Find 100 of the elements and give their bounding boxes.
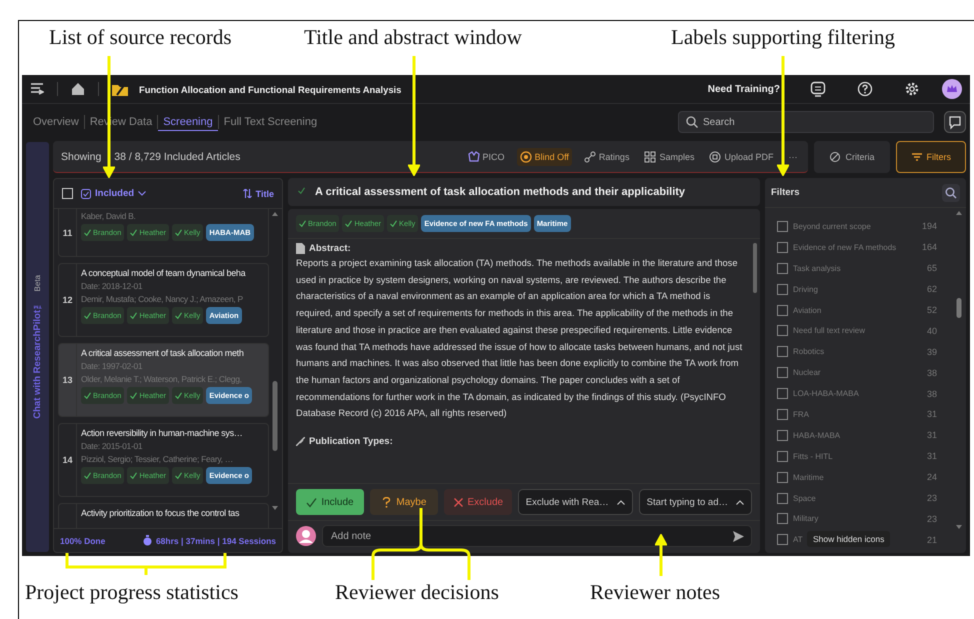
link-icon	[584, 150, 596, 162]
filter-label: Evidence of new FA methods	[793, 242, 896, 252]
sort-button[interactable]: Title	[242, 188, 274, 198]
filter-label: Driving	[793, 284, 818, 294]
record-number: 13	[62, 375, 72, 385]
check-icon	[175, 312, 182, 319]
home-icon[interactable]	[71, 82, 85, 96]
criteria-button[interactable]: Criteria	[814, 141, 890, 173]
grid-icon	[644, 150, 656, 162]
filter-label: Military	[793, 514, 818, 524]
progress-text: 100% Done	[60, 536, 106, 546]
toolbar-button[interactable]: ···	[785, 148, 800, 164]
search-icon	[686, 116, 698, 128]
article-count-label: Showing	[61, 150, 102, 162]
checkbox[interactable]	[777, 450, 788, 462]
check-icon	[175, 229, 182, 236]
tooltip: Show hidden icons	[807, 531, 890, 547]
filter-label: Fitts - HITL	[793, 452, 833, 461]
record-date: Date: 1997-02-01	[81, 361, 144, 371]
chat-bubble-icon[interactable]	[944, 111, 966, 133]
annotation-label: Reviewer notes	[590, 580, 720, 605]
search-field[interactable]: Search	[678, 111, 934, 133]
search-icon[interactable]	[942, 184, 960, 202]
annotation-label: List of source records	[49, 25, 232, 50]
checkbox[interactable]	[777, 304, 788, 316]
filter-label: Aviation	[793, 306, 822, 314]
crown-icon	[468, 150, 480, 162]
toolbar-button[interactable]: Ratings	[580, 148, 632, 166]
avatar-icon[interactable]	[942, 79, 962, 99]
check-icon	[175, 392, 182, 399]
panel-title: Filters	[771, 187, 800, 198]
check-icon	[130, 229, 138, 236]
settings-icon[interactable]	[904, 81, 920, 97]
filter-count: 40	[926, 326, 937, 336]
checkbox[interactable]	[777, 346, 788, 358]
record-date: Date: 2018-12-01	[81, 281, 144, 291]
checkbox[interactable]	[777, 513, 788, 524]
criteria-icon	[829, 151, 842, 163]
record-authors: Pizziol, Sergio; Tessier, Catherine; Feary, …	[81, 454, 234, 464]
decision-button[interactable]: Include	[296, 489, 364, 515]
abstract-text: Reports a project examining task allocation (TA) methods. The methods available in the literature and those used in practice by system designers, working on naval systems, are reviewed. The authors describe the characteristics of a naval environment as an example of an application area for which a TA method is required, and specify a set of requirements for methods in this area. The applicability of the methods in the literature and those in practice are then evaluated against these prespecified requirements. Little evidence was found that TA methods have addressed the issue of how to allocate tasks between humans, and not just humans and machines. It was also observed that little has been done explicitly to combine the TA work from the human factors and organizational psychology domains. The paper concludes with a set of recommendations for further work in the TA domain, as indicated by the findings of this study. (PsycINFO Database Record (c) 2016 APA, all rights reserved)	[296, 257, 744, 420]
publication-types-heading: Publication Types:	[309, 436, 393, 448]
checkbox[interactable]	[62, 188, 73, 199]
check-icon	[84, 312, 91, 319]
checkbox[interactable]	[777, 408, 788, 420]
toolbar-button[interactable]: PICO	[464, 148, 508, 166]
checkbox[interactable]	[777, 388, 788, 400]
decision-button[interactable]: Exclude	[444, 489, 512, 515]
check-icon	[130, 392, 138, 399]
annotation-label: Title and abstract window	[304, 25, 522, 50]
caret-icon	[736, 500, 744, 504]
checkbox[interactable]	[777, 367, 788, 378]
tab[interactable]: Overview	[28, 114, 84, 130]
filter-label: Task analysis	[793, 264, 841, 273]
tab[interactable]: Screening	[158, 114, 218, 130]
checkbox[interactable]	[777, 492, 788, 504]
training-link[interactable]: Need Training?	[708, 84, 780, 94]
filter-count: 24	[926, 472, 937, 482]
filter-count: 21	[926, 534, 937, 545]
chat-sidebar[interactable]: Chat with ResearchPilot™ Beta	[26, 142, 49, 552]
filters-button[interactable]: Filters	[896, 141, 966, 173]
tab[interactable]: Full Text Screening	[218, 114, 322, 130]
record-number: 14	[62, 455, 72, 465]
check-icon	[130, 312, 138, 319]
checkbox[interactable]	[777, 242, 788, 253]
toolbar-button[interactable]: Samples	[641, 148, 698, 166]
filter-label: Maritime	[793, 472, 824, 482]
checkbox[interactable]	[777, 284, 788, 295]
checkbox[interactable]	[777, 534, 788, 546]
menu-icon[interactable]	[30, 82, 44, 96]
checkbox[interactable]	[777, 325, 788, 336]
status-dropdown[interactable]: Included	[81, 188, 146, 199]
check-icon	[130, 472, 138, 479]
send-icon[interactable]	[733, 530, 744, 542]
scrollbar	[753, 243, 757, 293]
dropdown[interactable]: Start typing to ad…	[638, 489, 752, 515]
check-icon	[175, 472, 182, 479]
dropdown[interactable]: Exclude with Rea…	[518, 489, 633, 515]
filter-count: 31	[926, 409, 937, 420]
record-title: Action reversibility in human-machine sys…	[81, 428, 244, 438]
article-count: 38 / 8,729 Included Articles	[114, 150, 240, 162]
note-field[interactable]: Add note	[322, 525, 752, 547]
check-icon	[306, 496, 318, 508]
checkbox[interactable]	[777, 262, 788, 274]
record-title: A conceptual model of team dynamical beha	[81, 268, 247, 278]
check-icon	[390, 220, 398, 227]
checkbox[interactable]	[777, 472, 788, 483]
filter-icon	[910, 151, 922, 163]
chat-icon[interactable]	[810, 81, 826, 97]
help-icon[interactable]	[857, 81, 873, 97]
decision-button[interactable]: Maybe	[370, 489, 438, 515]
filter-label: Need full text review	[793, 326, 866, 336]
question-icon	[381, 496, 392, 508]
record-card[interactable]: Activity prioritization to focus the control tas	[58, 503, 269, 528]
filter-label: LOA-HABA-MABA	[793, 389, 859, 398]
toolbar-button[interactable]: Upload PDF	[706, 148, 776, 166]
checkbox[interactable]	[777, 220, 788, 232]
folder-icon	[112, 82, 128, 96]
checkbox[interactable]	[777, 430, 788, 441]
toolbar-button[interactable]: Blind Off	[516, 148, 572, 166]
